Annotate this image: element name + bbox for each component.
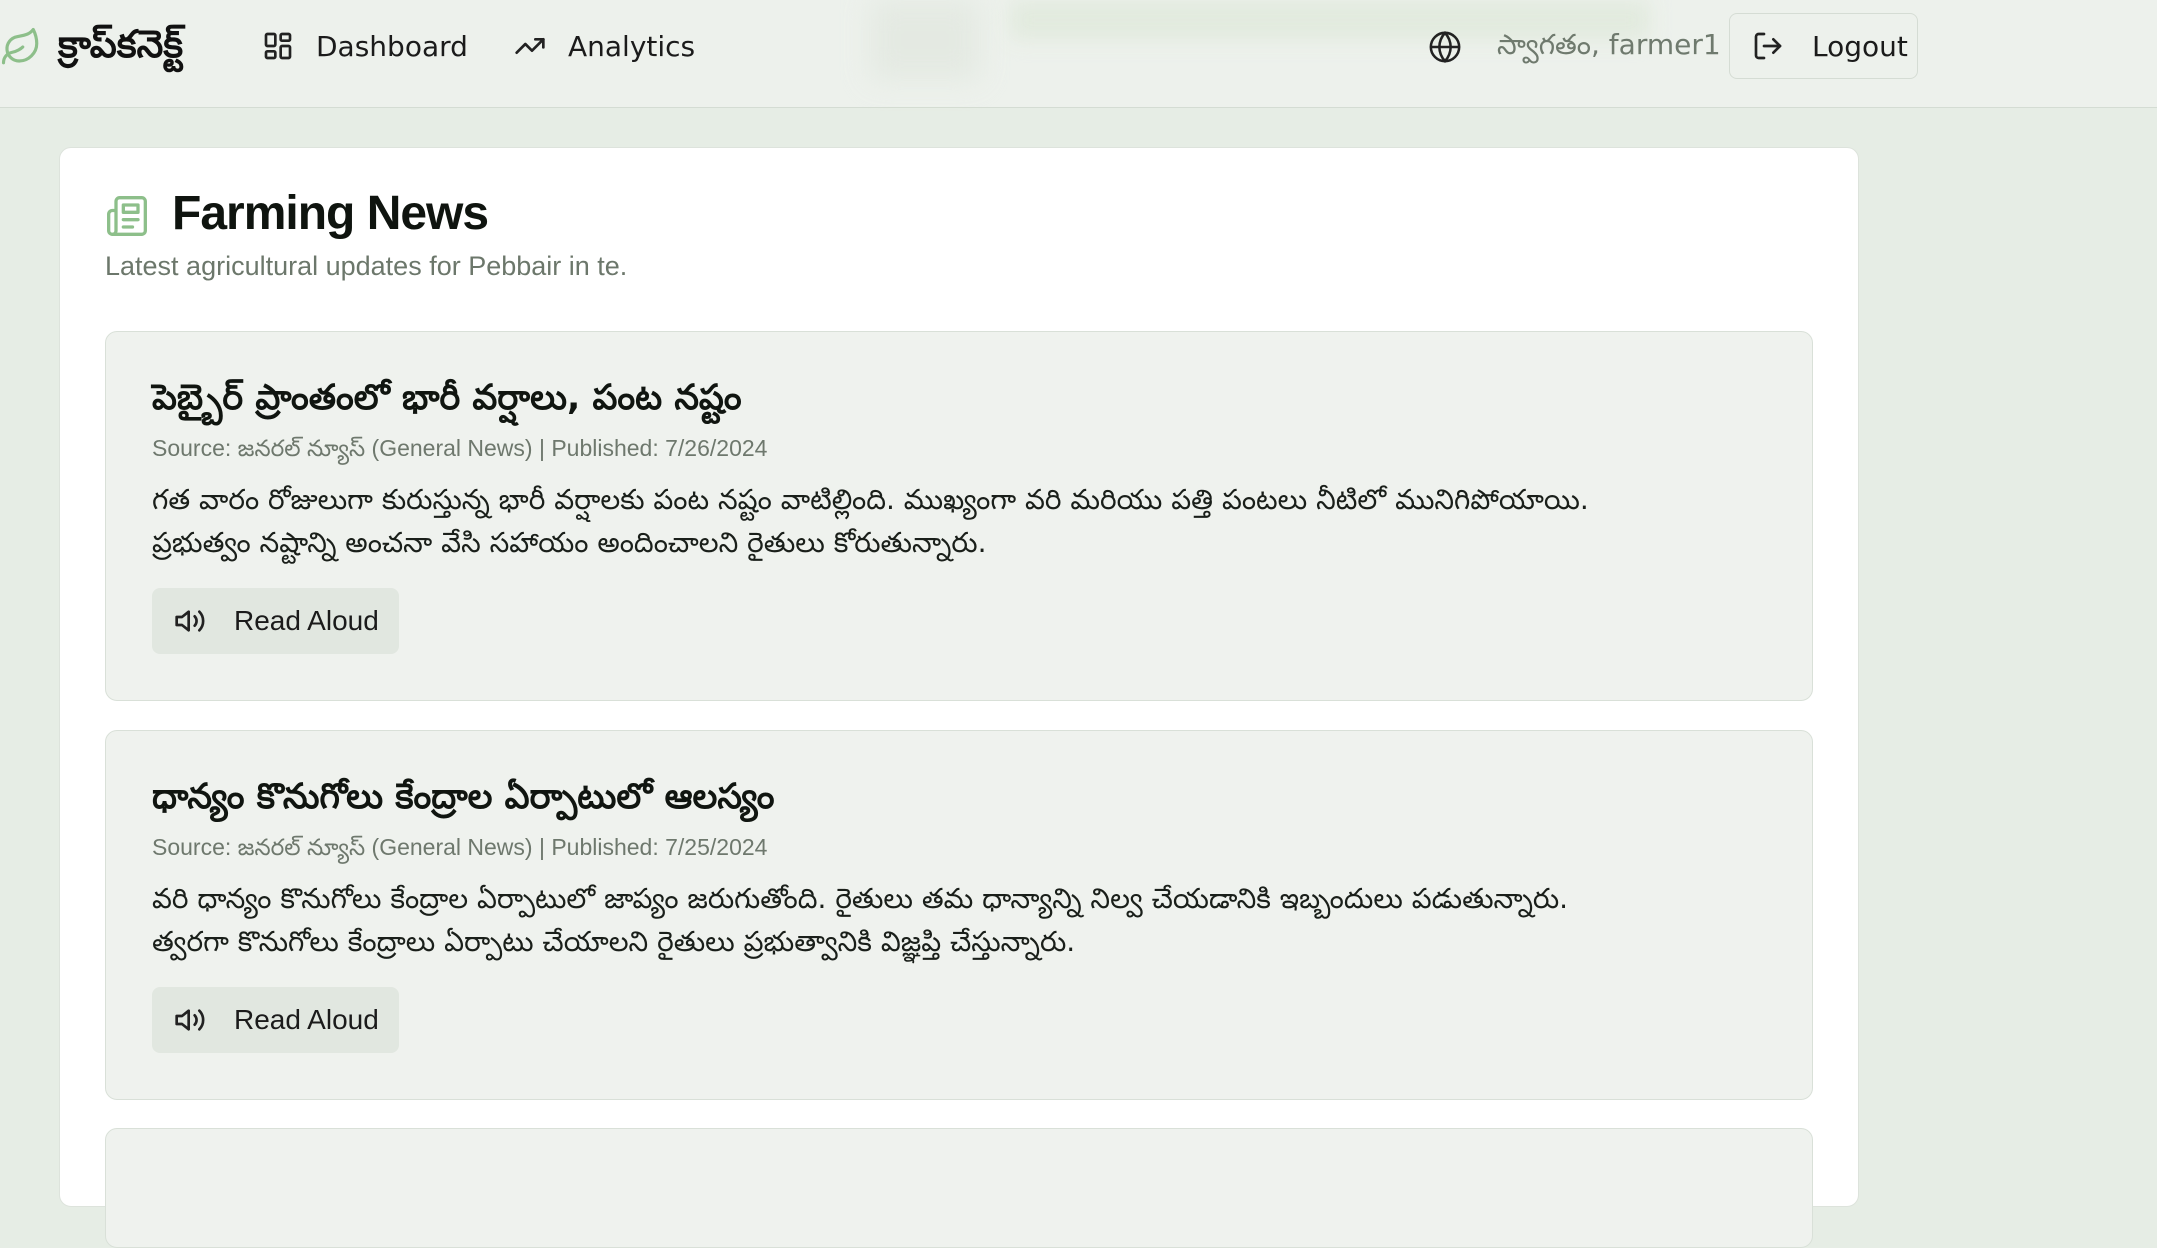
- read-aloud-button[interactable]: Read Aloud: [152, 987, 399, 1053]
- article-body-line: త్వరగా కొనుగోలు కేంద్రాలు ఏర్పాటు చేయాలన…: [152, 925, 1076, 958]
- page-subtitle: Latest agricultural updates for Pebbair …: [105, 251, 628, 281]
- newspaper-icon: [107, 196, 147, 236]
- read-aloud-button[interactable]: Read Aloud: [152, 588, 399, 654]
- leaf-icon: [1, 27, 39, 65]
- speaker-icon: [175, 1009, 205, 1031]
- nav-analytics[interactable]: Analytics: [514, 26, 695, 66]
- article-body-line: వరి ధాన్యం కొనుగోలు కేంద్రాల ఏర్పాటులో జ…: [152, 882, 1569, 915]
- article-meta: Source: జనరల్ న్యూస్ (General News) | Pu…: [152, 834, 768, 860]
- news-article: ధాన్యం కొనుగోలు కేంద్రాల ఏర్పాటులో ఆలస్య…: [105, 730, 1813, 1100]
- read-aloud-label: Read Aloud: [234, 605, 379, 636]
- speaker-icon: [175, 610, 205, 632]
- article-body: గత వారం రోజులుగా కురుస్తున్న భారీ వర్షాల…: [152, 478, 1752, 564]
- read-aloud-label: Read Aloud: [234, 1004, 379, 1035]
- blurred-background: [870, 0, 980, 80]
- article-body-line: గత వారం రోజులుగా కురుస్తున్న భారీ వర్షాల…: [152, 483, 1589, 516]
- nav-analytics-label: Analytics: [568, 29, 696, 63]
- brand-name[interactable]: క్రాప్‌కనెక్ట్: [58, 22, 183, 76]
- article-title: పెబ్బైర్ ప్రాంతంలో భారీ వర్షాలు, పంట నష్…: [152, 378, 742, 418]
- logout-label: Logout: [1812, 29, 1908, 63]
- globe-icon[interactable]: [1428, 30, 1462, 64]
- article-title: ధాన్యం కొనుగోలు కేంద్రాల ఏర్పాటులో ఆలస్య…: [152, 777, 775, 817]
- news-article: [105, 1128, 1813, 1248]
- nav-dashboard[interactable]: Dashboard: [262, 26, 468, 66]
- article-meta: Source: జనరల్ న్యూస్ (General News) | Pu…: [152, 435, 768, 461]
- news-article: పెబ్బైర్ ప్రాంతంలో భారీ వర్షాలు, పంట నష్…: [105, 331, 1813, 701]
- top-navbar: క్రాప్‌కనెక్ట్ Dashboard Analytics స్వాగ…: [0, 0, 2157, 108]
- logout-icon: [1754, 32, 1782, 60]
- article-body-line: ప్రభుత్వం నష్టాన్ని అంచనా వేసి సహాయం అంద…: [152, 526, 987, 559]
- article-body: వరి ధాన్యం కొనుగోలు కేంద్రాల ఏర్పాటులో జ…: [152, 877, 1752, 963]
- trending-up-icon: [515, 37, 545, 54]
- dashboard-grid-icon: [264, 32, 292, 60]
- welcome-text: స్వాగతం, farmer1: [1497, 28, 1721, 61]
- nav-dashboard-label: Dashboard: [316, 29, 468, 63]
- page-title: Farming News: [172, 187, 489, 240]
- logout-button[interactable]: Logout: [1729, 13, 1918, 79]
